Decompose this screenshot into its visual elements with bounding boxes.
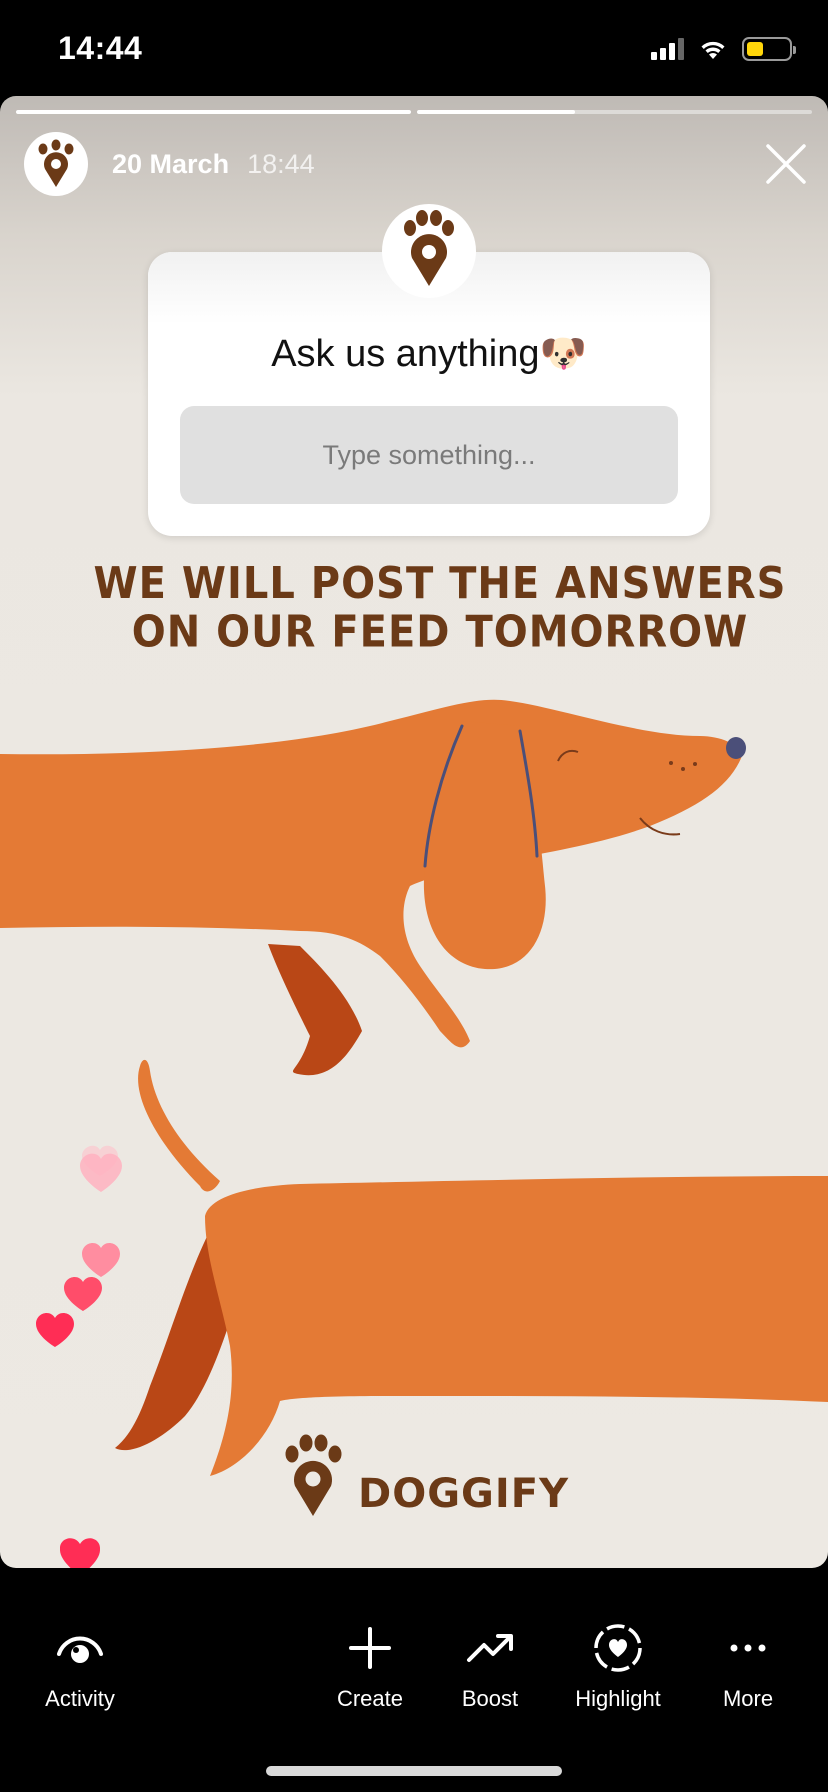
top-dog-illustration <box>0 699 746 1076</box>
trending-up-icon <box>467 1634 513 1662</box>
brand-logo: DOGGIFY <box>280 1432 569 1518</box>
story-time: 18:44 <box>247 148 315 179</box>
boost-label: Boost <box>461 1686 519 1711</box>
announcement-text: WE WILL POST THE ANSWERS ON OUR FEED TOM… <box>80 560 800 657</box>
sticker-title: Ask us anything🐶 <box>271 333 587 375</box>
bottom-toolbar: Activity Create Boost Highlight More <box>0 1568 828 1792</box>
progress-segment-1 <box>16 110 411 114</box>
announcement-line-2: ON OUR FEED TOMORROW <box>131 606 749 658</box>
heart-circle-icon <box>594 1624 642 1672</box>
sticker-answer-input[interactable] <box>180 406 678 504</box>
more-dots-icon <box>730 1644 766 1652</box>
heart-icon <box>36 1313 74 1347</box>
wifi-icon <box>701 41 725 59</box>
highlight-label: Highlight <box>575 1686 661 1711</box>
sticker-badge <box>382 204 476 298</box>
activity-button[interactable]: Activity <box>10 1618 150 1712</box>
paw-pin-icon <box>404 210 454 286</box>
boost-button[interactable]: Boost <box>420 1618 560 1712</box>
create-button[interactable]: Create <box>300 1618 440 1712</box>
more-button[interactable]: More <box>678 1618 818 1712</box>
signal-icon <box>651 38 684 60</box>
status-icons <box>651 34 796 64</box>
story-card[interactable]: 20 March 18:44 Ask us anything🐶 WE WILL … <box>0 96 828 1568</box>
story-header: 20 March 18:44 <box>24 132 315 196</box>
battery-icon <box>742 37 796 61</box>
status-bar: 14:44 <box>0 0 828 96</box>
announcement-line-1: WE WILL POST THE ANSWERS <box>93 558 787 610</box>
heart-icon <box>80 1153 122 1192</box>
eye-icon <box>57 1636 103 1663</box>
create-label: Create <box>336 1686 404 1711</box>
progress-segment-2 <box>417 110 812 114</box>
brand-name: DOGGIFY <box>358 1471 570 1517</box>
activity-label: Activity <box>45 1686 115 1711</box>
close-icon[interactable] <box>762 140 810 188</box>
bottom-dog-illustration <box>115 1059 828 1476</box>
story-date: 20 March <box>112 148 230 179</box>
highlight-button[interactable]: Highlight <box>548 1618 688 1712</box>
status-time: 14:44 <box>58 30 143 66</box>
heart-icon <box>82 1243 120 1277</box>
paw-pin-icon <box>285 1434 342 1516</box>
heart-icon <box>64 1277 102 1311</box>
plus-icon <box>349 1627 391 1669</box>
more-label: More <box>722 1686 774 1711</box>
home-indicator[interactable] <box>266 1766 562 1776</box>
story-progress <box>16 110 812 114</box>
reaction-hearts <box>36 1145 122 1347</box>
avatar[interactable] <box>24 132 88 196</box>
paw-pin-icon <box>38 139 74 187</box>
